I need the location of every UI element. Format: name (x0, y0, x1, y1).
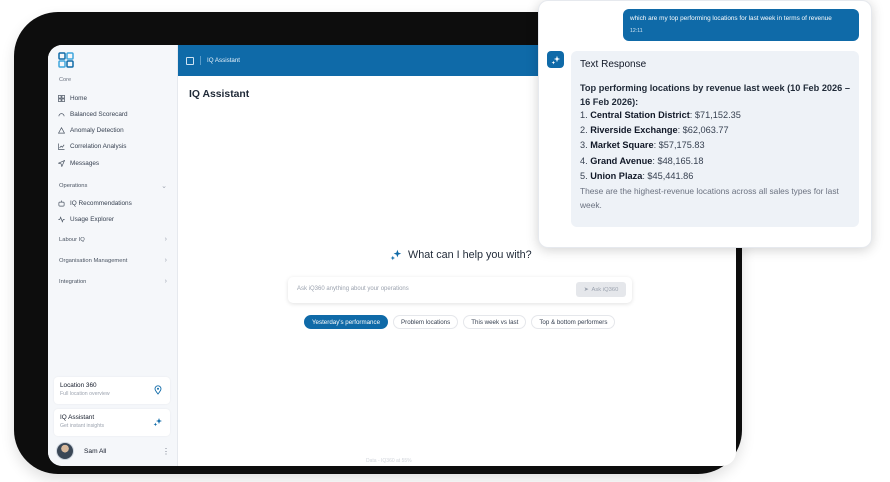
grid-icon (58, 94, 65, 102)
ask-input-box[interactable]: Ask iQ360 anything about your operations… (288, 277, 632, 303)
bot-icon (58, 200, 65, 207)
sidebar-item-label: IQ Recommendations (70, 199, 132, 207)
search-input[interactable]: Ask iQ360 anything about your operations (297, 286, 409, 292)
user-message-text: which are my top performing locations fo… (630, 15, 832, 22)
sidebar-toggle-icon[interactable] (186, 56, 194, 65)
sidebar-item-label: Home (70, 94, 88, 102)
assistant-avatar (547, 51, 564, 68)
more-options-icon[interactable]: ⋮ (162, 447, 170, 456)
sidebar-item-label: Messages (70, 159, 100, 167)
ask-button[interactable]: ➤ Ask iQ360 (576, 282, 626, 297)
section-core-label: Core (59, 77, 72, 83)
avatar (56, 442, 74, 460)
chip-this-week-vs-last[interactable]: This week vs last (463, 315, 527, 329)
divider (200, 56, 201, 65)
response-title: Text Response (580, 59, 647, 70)
sidebar-item-balanced-scorecard[interactable]: Balanced Scorecard (58, 109, 170, 119)
chevron-right-icon: › (164, 278, 167, 285)
gauge-icon (58, 111, 65, 118)
response-heading: Top performing locations by revenue last… (580, 83, 850, 107)
user-name: Sam All (84, 447, 107, 455)
sidebar-group-organisation-management[interactable]: Organisation Management › (59, 257, 167, 264)
send-icon: ➤ (583, 286, 589, 293)
sidebar-item-correlation-analysis[interactable]: Correlation Analysis (58, 141, 170, 151)
sidebar-item-messages[interactable]: Messages (58, 158, 170, 168)
sidebar-group-label: Labour IQ (59, 236, 85, 243)
sidebar-item-label: Correlation Analysis (70, 142, 127, 150)
sparkles-icon (153, 418, 162, 427)
list-item: 3. Market Square: $57,175.83 (580, 140, 705, 151)
chevron-right-icon: › (164, 257, 167, 264)
sidebar-group-labour-iq[interactable]: Labour IQ › (59, 236, 167, 243)
chevron-down-icon: ⌄ (161, 183, 167, 190)
suggestion-chips: Yesterday's performance Problem location… (304, 315, 616, 329)
sidebar-group-label: Organisation Management (59, 257, 128, 264)
message-timestamp: 12:11 (630, 28, 643, 34)
sidebar-item-label: Balanced Scorecard (70, 110, 128, 118)
sidebar-item-label: Usage Explorer (70, 215, 115, 223)
prompt-heading: What can I help you with? (390, 249, 532, 261)
sidebar-item-usage-explorer[interactable]: Usage Explorer (58, 214, 170, 224)
response-footer: These are the highest-revenue locations … (580, 186, 839, 210)
sidebar-group-label: Integration (59, 278, 87, 285)
activity-icon (58, 215, 65, 223)
card-title: Location 360 (60, 382, 97, 389)
list-item: 4. Grand Avenue: $48,165.18 (580, 155, 704, 166)
app-logo-icon[interactable] (58, 52, 74, 68)
map-pin-icon (154, 385, 162, 395)
assistant-response: Text Response Top performing locations b… (571, 51, 859, 227)
results-list: 1. Central Station District: $71,152.35 … (580, 108, 852, 184)
list-item: 2. Riverside Exchange: $62,063.77 (580, 125, 729, 136)
send-icon (58, 159, 65, 167)
section-operations[interactable]: Operations ⌄ (59, 182, 167, 190)
list-item: 1. Central Station District: $71,152.35 (580, 110, 741, 120)
chat-response-card: which are my top performing locations fo… (538, 0, 872, 248)
sidebar: Core Home Balanced Scorecard Anomaly Det… (48, 45, 178, 466)
sidebar-item-home[interactable]: Home (58, 93, 170, 103)
chip-top-bottom-performers[interactable]: Top & bottom performers (531, 315, 616, 329)
sidebar-item-iq-recommendations[interactable]: IQ Recommendations (58, 198, 170, 208)
app-stage: Core Home Balanced Scorecard Anomaly Det… (0, 0, 890, 482)
user-message-bubble: which are my top performing locations fo… (623, 9, 859, 41)
chip-yesterdays-performance[interactable]: Yesterday's performance (304, 315, 389, 329)
location-360-card[interactable]: Location 360 Full location overview (54, 377, 170, 404)
card-subtitle: Full location overview (60, 391, 110, 397)
iq-assistant-card[interactable]: IQ Assistant Get instant insights (54, 409, 170, 436)
card-title: IQ Assistant (60, 414, 95, 421)
sidebar-item-label: Anomaly Detection (70, 126, 124, 134)
prompt-heading-text: What can I help you with? (408, 249, 532, 261)
warning-icon (58, 126, 65, 134)
section-operations-label: Operations (59, 183, 88, 189)
page-title: IQ Assistant (189, 89, 250, 100)
sidebar-group-integration[interactable]: Integration › (59, 278, 167, 285)
chip-problem-locations[interactable]: Problem locations (393, 315, 459, 329)
breadcrumb: IQ Assistant (207, 57, 241, 64)
user-profile[interactable]: Sam All ⋮ (56, 441, 170, 461)
chevron-right-icon: › (164, 236, 167, 243)
footer-note: Data - IQ360 at 55% (366, 458, 412, 464)
chart-icon (58, 143, 65, 150)
list-item: 5. Union Plaza: $45,441.86 (580, 170, 694, 181)
sparkles-icon (551, 55, 560, 64)
ask-button-label: Ask iQ360 (591, 286, 619, 293)
sparkles-icon (390, 249, 402, 261)
card-subtitle: Get instant insights (60, 423, 105, 429)
sidebar-item-anomaly-detection[interactable]: Anomaly Detection (58, 125, 170, 135)
